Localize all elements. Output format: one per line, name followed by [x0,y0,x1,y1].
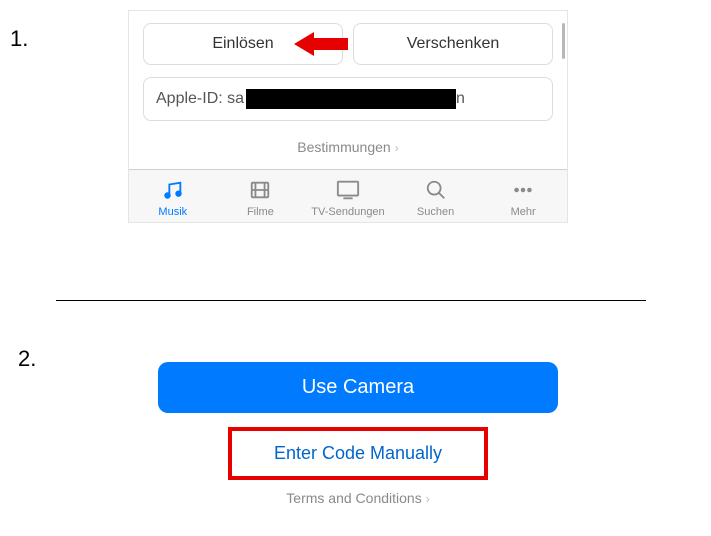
tab-music[interactable]: Musik [129,176,217,218]
chevron-right-icon: › [426,492,430,506]
chevron-right-icon: › [395,141,399,155]
apple-id-button[interactable]: Apple-ID: sa n [143,77,553,121]
gift-label: Verschenken [407,35,500,52]
enter-manually-highlight: Enter Code Manually [228,427,488,480]
apple-id-suffix: n [456,90,465,108]
step-2-label: 2. [18,346,36,372]
itunes-panel: Einlösen Verschenken Apple-ID: sa n Best… [128,10,568,223]
tab-films-label: Filme [217,206,305,218]
apple-id-prefix: Apple-ID: sa [156,90,244,108]
more-icon [479,176,567,204]
gift-button[interactable]: Verschenken [353,23,553,65]
enter-manually-link[interactable]: Enter Code Manually [238,443,478,464]
terms-de-label: Bestimmungen [297,139,390,155]
redeem-label: Einlösen [212,35,273,52]
use-camera-label: Use Camera [302,376,414,398]
arrow-red-icon [294,30,350,58]
use-camera-button[interactable]: Use Camera [158,362,558,413]
tab-more[interactable]: Mehr [479,176,567,218]
film-icon [217,176,305,204]
redeem-panel: Use Camera Enter Code Manually Terms and… [158,362,558,506]
tab-bar: Musik Filme TV-Sendungen Suchen Mehr [129,169,567,222]
terms-link-de[interactable]: Bestimmungen › [129,121,567,169]
tv-icon [304,176,392,204]
tab-tv-label: TV-Sendungen [304,206,392,218]
redacted-block [246,89,456,109]
search-icon [392,176,480,204]
scroll-indicator [562,23,565,59]
tab-search[interactable]: Suchen [392,176,480,218]
button-row: Einlösen Verschenken [129,11,567,65]
tab-films[interactable]: Filme [217,176,305,218]
divider [56,300,646,301]
tab-tv[interactable]: TV-Sendungen [304,176,392,218]
enter-manually-label: Enter Code Manually [274,443,442,463]
step-1-label: 1. [10,26,28,52]
music-icon [129,176,217,204]
terms-link-en[interactable]: Terms and Conditions › [158,490,558,506]
redeem-button[interactable]: Einlösen [143,23,343,65]
terms-en-label: Terms and Conditions [286,490,421,506]
tab-music-label: Musik [129,206,217,218]
tab-more-label: Mehr [479,206,567,218]
tab-search-label: Suchen [392,206,480,218]
